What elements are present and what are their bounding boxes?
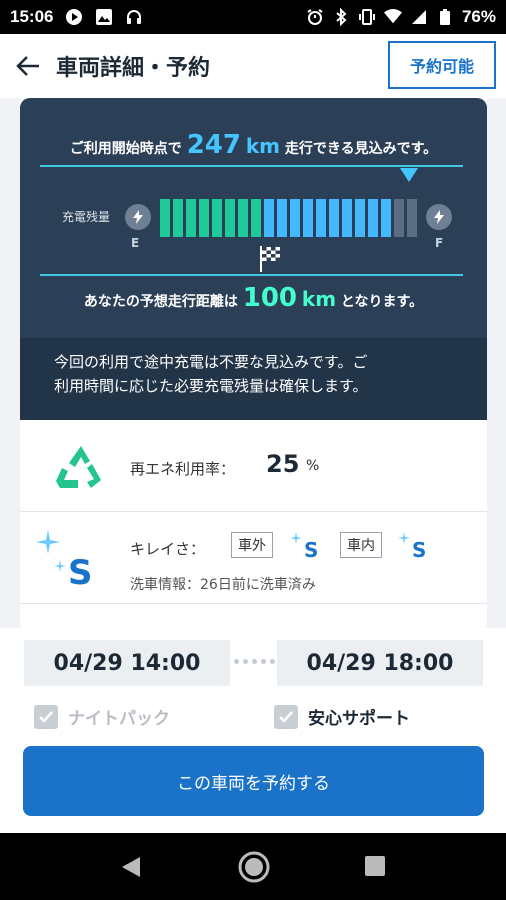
gauge-segment xyxy=(160,199,170,237)
range-unit: km xyxy=(245,134,280,158)
interior-chip: 車内 xyxy=(340,532,382,558)
support-checkbox[interactable] xyxy=(274,704,298,729)
gauge-segment xyxy=(277,199,287,237)
night-pack-option[interactable]: ナイトパック xyxy=(34,704,170,729)
goal-flag-icon xyxy=(260,246,280,272)
wifi-icon xyxy=(383,8,402,26)
interior-grade: S xyxy=(412,538,426,560)
estimate-unit: km xyxy=(301,287,337,311)
start-datetime[interactable]: 04/29 14:00 xyxy=(24,640,230,686)
gauge-segment xyxy=(173,199,183,237)
charge-label: 充電残量 xyxy=(62,210,111,224)
wash-info: 洗車情報：26日前に洗車済み xyxy=(130,577,316,593)
charging-note-line1: 今回の利用で途中充電は不要な見込みです。ご xyxy=(54,353,368,371)
support-option[interactable]: 安心サポート xyxy=(274,704,410,729)
nav-recent-icon[interactable] xyxy=(364,855,386,877)
gauge-segment xyxy=(381,199,391,237)
estimate-statement: あなたの予想走行距離は 100 km となります。 xyxy=(20,283,487,313)
reserve-button[interactable]: この車両を予約する xyxy=(23,746,484,816)
estimate-prefix: あなたの予想走行距離は xyxy=(83,294,238,310)
vehicle-card: ご利用開始時点で 247 km 走行できる見込みです。 充電残量 E F あなた… xyxy=(20,98,487,628)
gauge-segment xyxy=(303,199,313,237)
media-icon xyxy=(65,8,83,26)
exterior-chip: 車外 xyxy=(231,532,273,558)
gauge-segment xyxy=(186,199,196,237)
charging-note: 今回の利用で途中充電は不要な見込みです。ご 利用時間に応じた必要充電残量は確保し… xyxy=(20,338,487,420)
range-divider-top xyxy=(40,165,463,167)
range-dots xyxy=(234,659,275,664)
gauge-segment xyxy=(199,199,209,237)
range-value: 247 xyxy=(186,130,241,160)
plug-full-icon xyxy=(426,204,452,230)
cleanliness-label: キレイさ： xyxy=(130,540,206,558)
booking-panel: 04/29 14:00 04/29 18:00 ナイトパック 安心サポート この… xyxy=(0,628,506,833)
exterior-grade: S xyxy=(304,538,318,560)
nav-home-icon[interactable] xyxy=(237,850,271,884)
night-pack-label: ナイトパック xyxy=(68,709,170,729)
range-suffix: 走行できる見込みです。 xyxy=(284,141,438,157)
end-datetime[interactable]: 04/29 18:00 xyxy=(277,640,483,686)
image-icon xyxy=(95,8,113,26)
range-divider-bottom xyxy=(40,274,463,276)
empty-label: E xyxy=(131,236,140,250)
arrow-left-icon xyxy=(16,56,39,76)
exterior-sparkle-s-icon: S xyxy=(290,532,318,560)
renewable-label: 再エネ利用率： xyxy=(130,460,236,478)
cleanliness-row: S キレイさ： 車外 S 車内 S 洗車情報：26日前に洗車済み xyxy=(20,512,487,604)
charging-note-line2: 利用時間に応じた必要充電残量は確保します。 xyxy=(54,377,368,395)
gauge-segment xyxy=(238,199,248,237)
renewable-unit: % xyxy=(306,458,320,474)
gauge-segment xyxy=(342,199,352,237)
renewable-value: 25 xyxy=(266,450,300,478)
headset-icon xyxy=(125,8,143,26)
availability-button[interactable]: 予約可能 xyxy=(388,41,496,89)
sparkle-s-icon: S xyxy=(36,530,93,588)
app-header: 車両詳細・予約 予約可能 xyxy=(0,34,506,98)
charge-gauge xyxy=(160,199,417,237)
status-bar: 15:06 76% xyxy=(0,0,506,34)
range-prefix: ご利用開始時点で xyxy=(69,141,182,157)
signal-icon xyxy=(410,8,428,26)
check-icon xyxy=(279,710,293,723)
gauge-segment xyxy=(329,199,339,237)
vibrate-icon xyxy=(358,8,376,26)
alarm-icon xyxy=(306,8,324,26)
gauge-segment xyxy=(316,199,326,237)
nav-back-icon[interactable] xyxy=(120,855,142,879)
big-grade: S xyxy=(68,553,93,588)
range-statement: ご利用開始時点で 247 km 走行できる見込みです。 xyxy=(20,130,487,160)
gauge-segment xyxy=(290,199,300,237)
battery-percent: 76% xyxy=(461,7,496,26)
plug-empty-icon xyxy=(125,204,151,230)
estimate-value: 100 xyxy=(242,283,298,313)
renewable-row: 再エネ利用率： 25 % xyxy=(20,420,487,512)
estimate-suffix: となります。 xyxy=(340,294,424,310)
bluetooth-icon xyxy=(332,8,350,26)
system-nav-bar xyxy=(0,833,506,900)
recycle-icon xyxy=(56,446,101,488)
night-pack-checkbox[interactable] xyxy=(34,704,58,729)
page-title: 車両詳細・予約 xyxy=(56,56,211,81)
charge-level-marker xyxy=(400,168,418,182)
support-label: 安心サポート xyxy=(308,709,410,729)
gauge-segment xyxy=(394,199,404,237)
gauge-segment xyxy=(212,199,222,237)
interior-sparkle-s-icon: S xyxy=(398,532,426,560)
gauge-segment xyxy=(225,199,235,237)
back-button[interactable] xyxy=(0,34,56,98)
full-label: F xyxy=(435,236,444,250)
range-panel: ご利用開始時点で 247 km 走行できる見込みです。 充電残量 E F あなた… xyxy=(20,98,487,420)
battery-icon xyxy=(436,8,454,26)
status-time: 15:06 xyxy=(10,7,54,26)
check-icon xyxy=(39,710,53,723)
gauge-segment xyxy=(355,199,365,237)
gauge-segment xyxy=(407,199,417,237)
gauge-segment xyxy=(251,199,261,237)
gauge-segment xyxy=(368,199,378,237)
gauge-segment xyxy=(264,199,274,237)
